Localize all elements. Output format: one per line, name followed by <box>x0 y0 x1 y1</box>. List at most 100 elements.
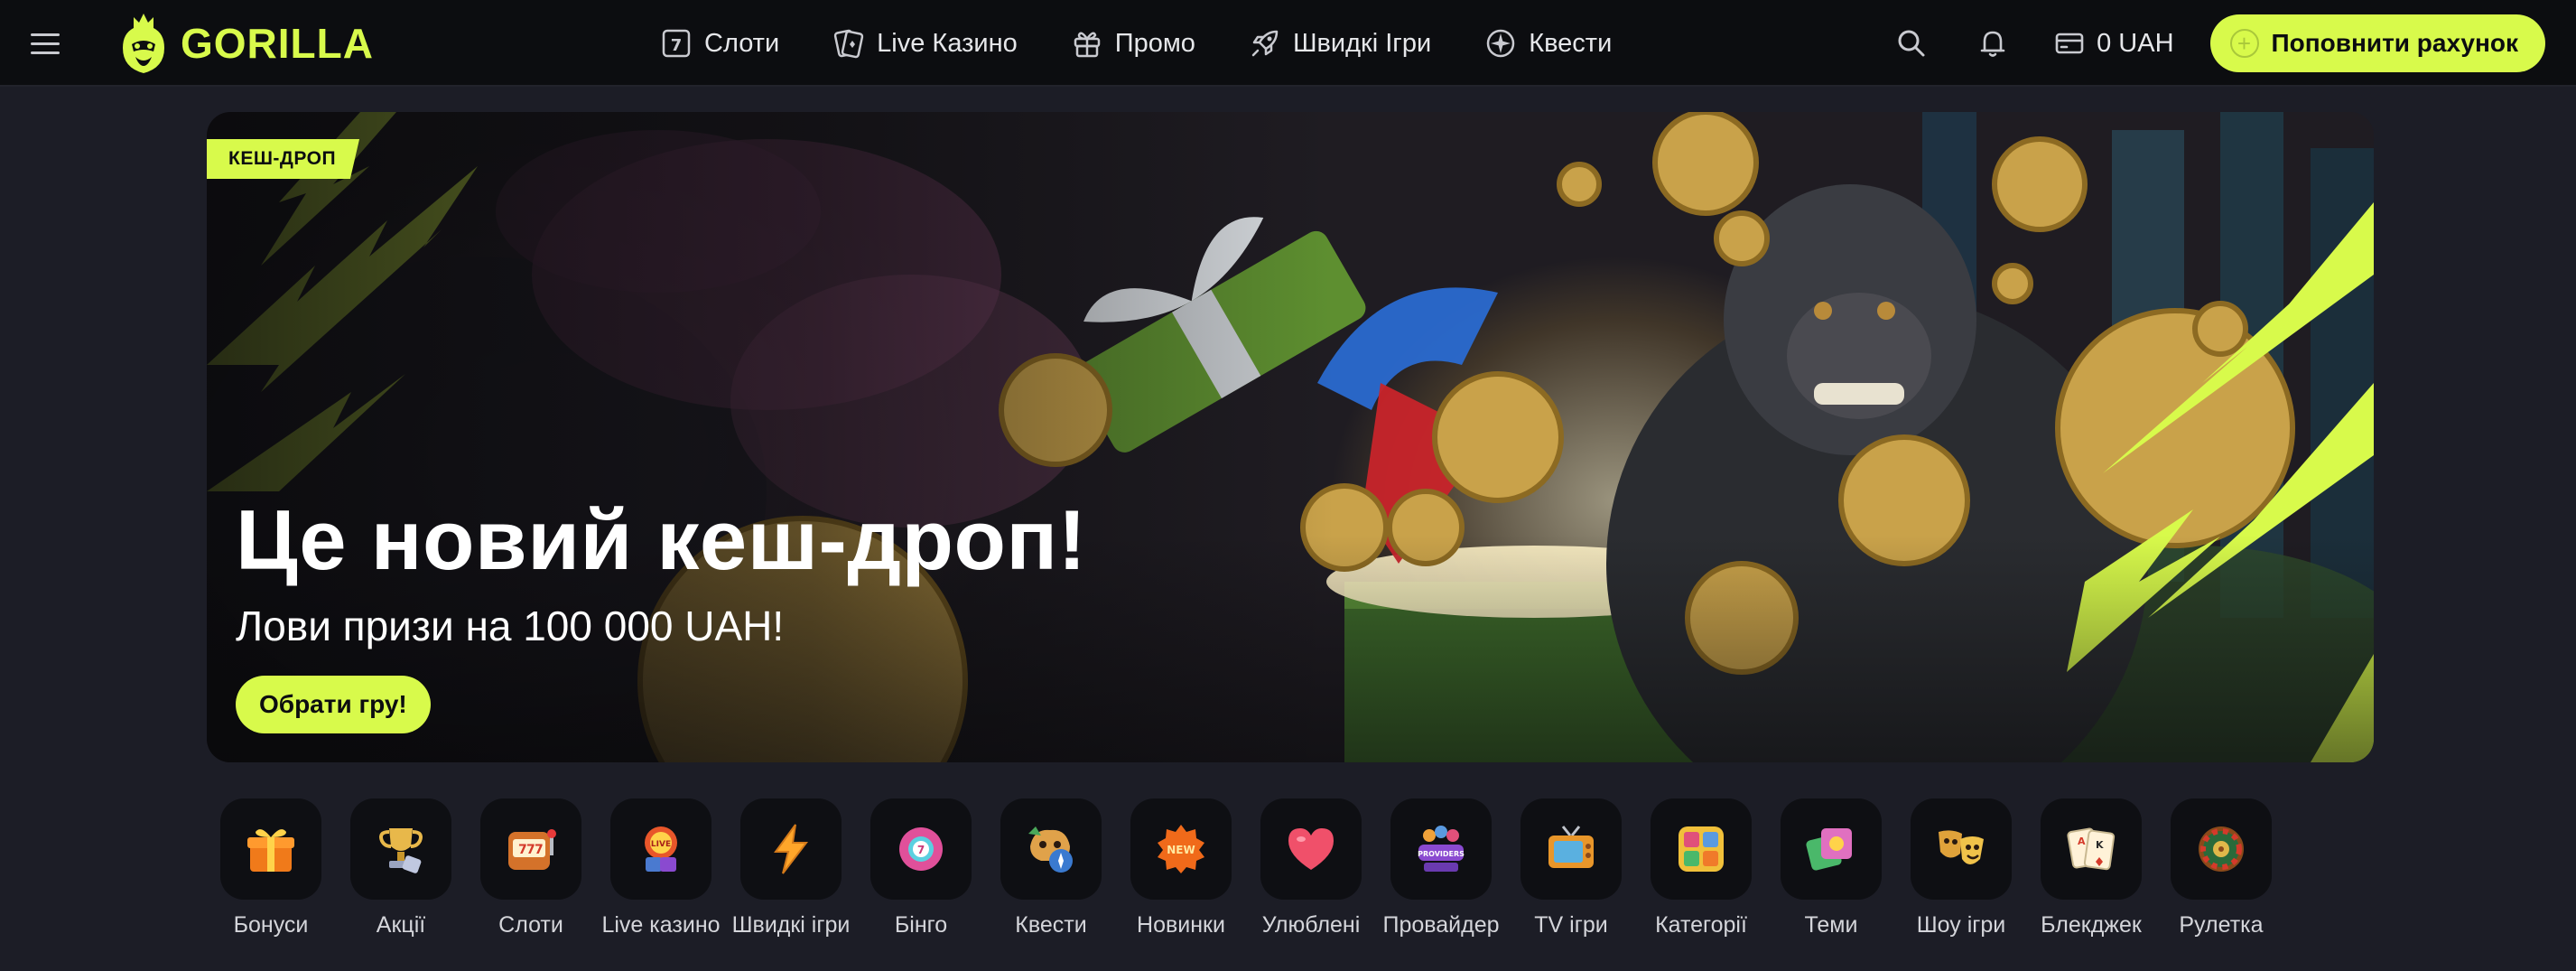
category-tile <box>220 798 321 900</box>
main-nav: 7 Слоти Live Казино Промо Швидкі Ігри Кв… <box>659 0 1612 87</box>
category-tile <box>1911 798 2012 900</box>
category-quick-games[interactable]: Швидкі ігри <box>732 798 850 939</box>
brand-name: GORILLA <box>181 20 374 67</box>
nav-item-slots[interactable]: 7 Слоти <box>659 26 779 61</box>
category-label: Швидкі ігри <box>731 912 851 938</box>
category-label: Шоу ігри <box>1916 912 2006 938</box>
category-tv-games[interactable]: TV ігри <box>1520 798 1622 939</box>
svg-text:7: 7 <box>917 844 925 856</box>
nav-label: Live Казино <box>877 28 1018 58</box>
heart-icon <box>1288 828 1334 870</box>
search-icon[interactable] <box>1891 23 1932 64</box>
slot-machine-icon: 7 7 7 <box>508 829 556 870</box>
rocket-icon <box>1251 30 1279 57</box>
category-tile <box>1000 798 1102 900</box>
category-slots[interactable]: 7 7 7 Слоти <box>480 798 581 939</box>
tv-icon <box>1548 826 1594 868</box>
slot-icon: 7 <box>662 29 691 58</box>
lightning-icon <box>774 824 809 874</box>
svg-text:LIVE: LIVE <box>651 840 671 849</box>
category-label: Новинки <box>1137 912 1225 938</box>
masks-icon <box>1939 830 1984 864</box>
svg-text:NEW: NEW <box>1167 844 1195 856</box>
category-label: Провайдер <box>1382 912 1500 938</box>
category-categories[interactable]: Категорії <box>1651 798 1752 939</box>
category-tile <box>740 798 842 900</box>
category-tile: A K <box>2041 798 2142 900</box>
nav-item-live-casino[interactable]: Live Казино <box>832 26 1018 61</box>
nav-label: Слоти <box>704 28 780 58</box>
wallet-icon <box>2055 33 2084 54</box>
category-tile <box>2171 798 2272 900</box>
quest-compass-icon <box>1028 826 1073 873</box>
nav-item-quick-games[interactable]: Швидкі Ігри <box>1248 26 1431 61</box>
category-show-games[interactable]: Шоу ігри <box>1911 798 2012 939</box>
top-bar: GORILLA 7 Слоти Live Казино Промо Швидкі… <box>0 0 2576 87</box>
category-label: Категорії <box>1655 912 1747 938</box>
hamburger-menu-icon[interactable] <box>31 25 63 61</box>
wallet-balance[interactable]: 0 UAH <box>2053 27 2174 60</box>
plus-circle-icon: + <box>2229 29 2259 58</box>
category-tile: NEW <box>1130 798 1232 900</box>
promo-banner[interactable]: КЕШ-ДРОП Це новий кеш-дроп! Лови призи н… <box>207 112 2374 762</box>
category-tile: 7 <box>870 798 972 900</box>
category-tile <box>1260 798 1362 900</box>
category-themes[interactable]: Теми <box>1781 798 1882 939</box>
themes-icon <box>1806 828 1852 871</box>
category-tile <box>350 798 451 900</box>
category-label: Акції <box>376 912 426 938</box>
category-new[interactable]: NEW Новинки <box>1130 798 1232 939</box>
nav-item-promo[interactable]: Промо <box>1070 26 1195 61</box>
category-live-casino[interactable]: LIVE Live казино <box>601 798 721 939</box>
gift-icon <box>1074 32 1101 58</box>
roulette-icon <box>2199 826 2244 872</box>
category-providers[interactable]: PROVIDERS Провайдер <box>1382 798 1500 939</box>
banner-title: Це новий кеш-дроп! <box>236 492 1087 587</box>
svg-text:A: A <box>2078 836 2086 847</box>
svg-text:7: 7 <box>535 843 544 857</box>
banner-gradient-overlay <box>207 112 2374 762</box>
category-promotions[interactable]: Акції <box>350 798 451 939</box>
category-label: Слоти <box>498 912 563 938</box>
deposit-button[interactable]: + Поповнити рахунок <box>2209 14 2545 72</box>
category-roulette[interactable]: Рулетка <box>2171 798 2272 939</box>
svg-text:K: K <box>2096 839 2104 851</box>
category-tile <box>1781 798 1882 900</box>
category-label: TV ігри <box>1534 912 1608 938</box>
nav-label: Промо <box>1114 28 1195 58</box>
categories-icon <box>1679 826 1724 872</box>
category-label: Блекджек <box>2041 912 2142 938</box>
category-favorites[interactable]: Улюблені <box>1260 798 1362 939</box>
playing-cards-icon: A K <box>2067 827 2116 871</box>
category-blackjack[interactable]: A K Блекджек <box>2041 798 2142 939</box>
category-tile <box>1520 798 1622 900</box>
nav-label: Квести <box>1529 28 1613 58</box>
choose-game-button[interactable]: Обрати гру! <box>236 676 431 733</box>
gift-box-icon <box>247 829 294 872</box>
category-tile: LIVE <box>610 798 711 900</box>
nav-item-quests[interactable]: Квести <box>1483 26 1612 61</box>
trophy-icon <box>379 828 423 873</box>
category-tile <box>1651 798 1752 900</box>
gorilla-logo-icon <box>123 14 164 73</box>
nav-label: Швидкі Ігри <box>1292 28 1432 58</box>
category-quests[interactable]: Квести <box>1000 798 1102 939</box>
search-glyph <box>1898 30 1925 57</box>
notifications-bell-icon[interactable] <box>1972 23 2013 64</box>
category-label: Бінго <box>894 912 948 938</box>
balance-amount: 0 UAH <box>2097 28 2174 58</box>
category-label: Квести <box>1015 912 1087 938</box>
providers-icon: PROVIDERS <box>1418 826 1465 872</box>
svg-text:PROVIDERS: PROVIDERS <box>1418 850 1465 858</box>
deposit-label: Поповнити рахунок <box>2271 29 2518 57</box>
header-actions: 0 UAH + Поповнити рахунок <box>1891 0 2545 87</box>
brand-logo[interactable]: GORILLA <box>117 9 374 78</box>
bell-glyph <box>1980 31 2005 57</box>
category-bingo[interactable]: 7 Бінго <box>870 798 972 939</box>
category-bonuses[interactable]: Бонуси <box>220 798 321 939</box>
live-casino-icon: LIVE <box>645 826 677 872</box>
category-label: Бонуси <box>233 912 309 938</box>
new-badge-icon: NEW <box>1158 825 1204 873</box>
compass-icon <box>1486 29 1515 58</box>
svg-text:7: 7 <box>671 36 683 55</box>
